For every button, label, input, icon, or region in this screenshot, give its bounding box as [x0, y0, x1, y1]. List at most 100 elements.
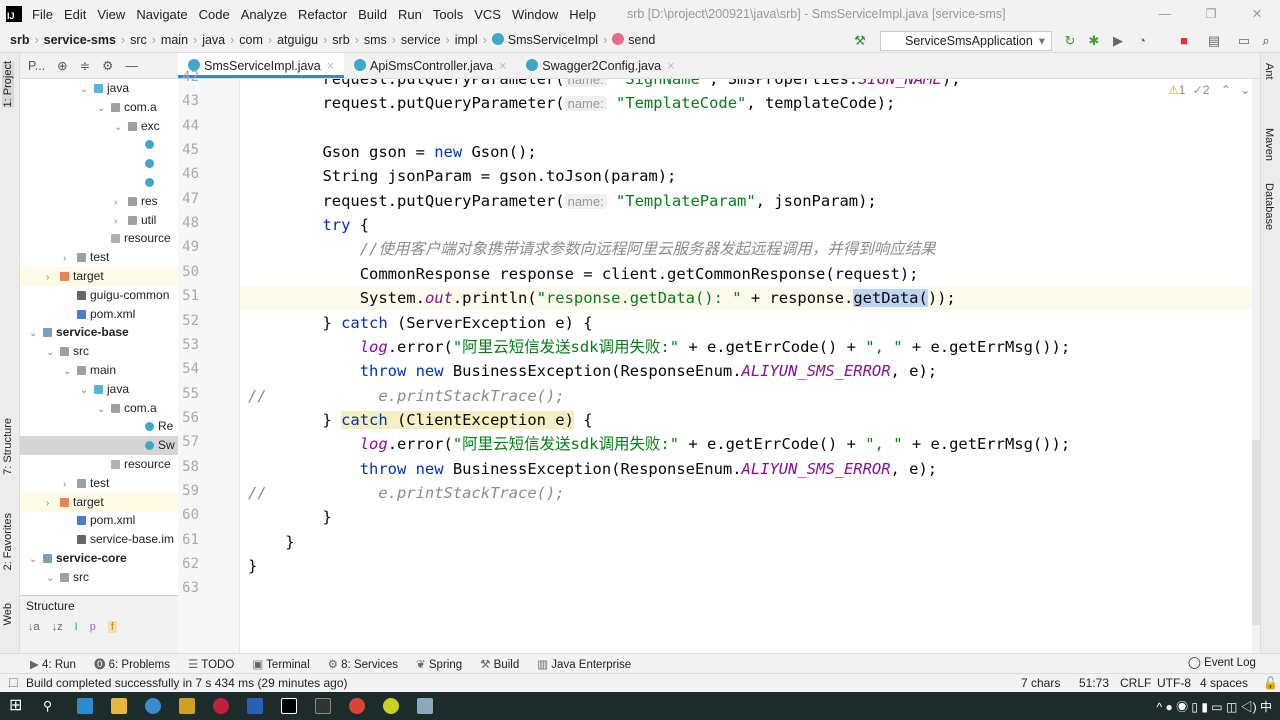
breadcrumb-item[interactable]: send: [612, 33, 655, 47]
tree-arrow-icon[interactable]: ›: [63, 249, 77, 268]
tree-item[interactable]: ⌄ service-base: [20, 323, 178, 342]
indent-setting[interactable]: 4 spaces: [1200, 674, 1248, 692]
sort-alpha-icon[interactable]: ↓z: [52, 621, 63, 633]
show-inherited-icon[interactable]: I: [75, 621, 78, 633]
show-properties-icon[interactable]: p: [90, 621, 96, 633]
tab-swagger2config[interactable]: Swagger2Config.java ×: [516, 53, 684, 78]
menu-build[interactable]: Build: [358, 7, 387, 22]
tree-arrow-icon[interactable]: ⌄: [97, 99, 111, 118]
menu-code[interactable]: Code: [199, 7, 230, 22]
breadcrumb-item[interactable]: srb: [332, 33, 349, 47]
tree-item[interactable]: ⌄ com.a: [20, 399, 178, 418]
menu-refactor[interactable]: Refactor: [298, 7, 347, 22]
structure-tool-tab[interactable]: 7: Structure: [2, 418, 14, 475]
menu-file[interactable]: File: [32, 7, 53, 22]
lock-icon[interactable]: 🔓: [1263, 674, 1278, 692]
breadcrumb-item[interactable]: SmsServiceImpl: [491, 33, 598, 47]
web-tool-tab[interactable]: Web: [2, 603, 14, 625]
tool-window--services[interactable]: ⚙ 8: Services: [328, 657, 398, 671]
tree-item[interactable]: [20, 135, 178, 154]
breadcrumb-item[interactable]: src: [130, 33, 147, 47]
tab-apismscontroller[interactable]: ApiSmsController.java ×: [344, 53, 516, 78]
tree-arrow-icon[interactable]: ⌄: [46, 343, 60, 362]
project-tool-tab[interactable]: 1: Project: [2, 61, 14, 108]
tree-item[interactable]: › target: [20, 267, 178, 286]
close-icon[interactable]: ×: [327, 59, 334, 73]
tree-arrow-icon[interactable]: ›: [114, 193, 128, 212]
tree-item[interactable]: Re: [20, 417, 178, 436]
file-encoding[interactable]: UTF-8: [1157, 674, 1191, 692]
line-separator[interactable]: CRLF: [1120, 674, 1151, 692]
tool-window--run[interactable]: ▶ 4: Run: [30, 657, 76, 671]
event-log-button[interactable]: ◯ Event Log: [1188, 655, 1256, 669]
tree-arrow-icon[interactable]: ›: [46, 268, 60, 287]
tree-item[interactable]: Sw: [20, 436, 178, 456]
rerun-icon[interactable]: ↻: [1062, 33, 1078, 49]
tree-item[interactable]: ⌄ com.a: [20, 98, 178, 117]
tree-item[interactable]: pom.xml: [20, 511, 178, 530]
tree-arrow-icon[interactable]: ›: [114, 212, 128, 231]
menu-navigate[interactable]: Navigate: [136, 7, 187, 22]
tab-smsserviceimpl[interactable]: SmsServiceImpl.java ×: [178, 53, 345, 78]
maven-tool-tab[interactable]: Maven: [1263, 128, 1275, 161]
close-icon[interactable]: ×: [667, 59, 674, 73]
tree-item[interactable]: guigu-common: [20, 286, 178, 305]
tree-item[interactable]: ⌄ src: [20, 568, 178, 587]
tool-window-build[interactable]: ⚒ Build: [480, 657, 519, 671]
tree-item[interactable]: › target: [20, 492, 178, 512]
breadcrumb-item[interactable]: com: [239, 33, 263, 47]
menu-edit[interactable]: Edit: [64, 7, 86, 22]
tree-item[interactable]: ⌄ main: [20, 361, 178, 380]
ant-tool-tab[interactable]: Ant: [1263, 63, 1275, 80]
intellij-icon[interactable]: [281, 698, 297, 714]
tree-item[interactable]: › util: [20, 211, 178, 230]
caret-position[interactable]: 51:73: [1079, 674, 1109, 692]
tool-window-java-enterprise[interactable]: ▥ Java Enterprise: [537, 657, 631, 671]
tool-window-spring[interactable]: ❦ Spring: [416, 657, 462, 671]
tree-arrow-icon[interactable]: ⌄: [80, 381, 94, 400]
editor-scrollbar[interactable]: [1252, 440, 1260, 625]
menu-vcs[interactable]: VCS: [474, 7, 501, 22]
app-red-icon[interactable]: [213, 698, 229, 714]
gear-icon[interactable]: ⚙: [102, 58, 113, 73]
tree-item[interactable]: resource: [20, 229, 178, 248]
status-toggle-icon[interactable]: ☐: [8, 674, 19, 692]
tree-item[interactable]: ⌄ service-core: [20, 549, 178, 568]
run-configuration-select[interactable]: ServiceSmsApplication ▾: [880, 31, 1052, 51]
tree-arrow-icon[interactable]: ⌄: [29, 324, 43, 343]
menu-window[interactable]: Window: [512, 7, 558, 22]
stop-icon[interactable]: ■: [1176, 33, 1192, 49]
database-tool-tab[interactable]: Database: [1263, 183, 1275, 230]
notepad-icon[interactable]: [417, 698, 433, 714]
menu-help[interactable]: Help: [569, 7, 596, 22]
project-view-select[interactable]: P...: [28, 59, 45, 73]
project-structure-icon[interactable]: ▤: [1206, 33, 1222, 49]
tree-item[interactable]: ⌄ exc: [20, 117, 178, 136]
breadcrumb-item[interactable]: java: [202, 33, 225, 47]
coverage-icon[interactable]: ▶: [1110, 33, 1126, 49]
breadcrumb-item[interactable]: service-sms: [44, 33, 116, 47]
breadcrumb-item[interactable]: impl: [455, 33, 478, 47]
tree-item[interactable]: resource: [20, 455, 178, 474]
file-explorer-icon[interactable]: [111, 698, 127, 714]
tree-arrow-icon[interactable]: ⌄: [97, 400, 111, 419]
tree-arrow-icon[interactable]: ›: [63, 475, 77, 494]
tree-item[interactable]: pom.xml: [20, 305, 178, 324]
collapse-all-icon[interactable]: ≑: [80, 58, 90, 73]
app-yellow-icon[interactable]: [383, 698, 399, 714]
next-highlight-icon[interactable]: ⌄: [1240, 83, 1250, 97]
browser-icon[interactable]: [145, 698, 161, 714]
presentation-icon[interactable]: ▭: [1236, 33, 1252, 49]
tree-item[interactable]: › test: [20, 248, 178, 267]
search-icon[interactable]: ⚲: [43, 698, 59, 714]
minimize-button[interactable]: —: [1142, 0, 1188, 28]
windows-start-icon[interactable]: ⊞: [9, 698, 25, 714]
close-button[interactable]: ✕: [1234, 0, 1280, 28]
tool-window--problems[interactable]: ⓿ 6: Problems: [94, 656, 170, 672]
close-icon[interactable]: ×: [499, 59, 506, 73]
app-icon[interactable]: [179, 698, 195, 714]
previous-highlight-icon[interactable]: ⌃: [1221, 83, 1231, 97]
tree-item[interactable]: ⌄ src: [20, 342, 178, 361]
tree-arrow-icon[interactable]: ⌄: [29, 550, 43, 569]
tool-window-todo[interactable]: ☰ TODO: [188, 657, 234, 671]
